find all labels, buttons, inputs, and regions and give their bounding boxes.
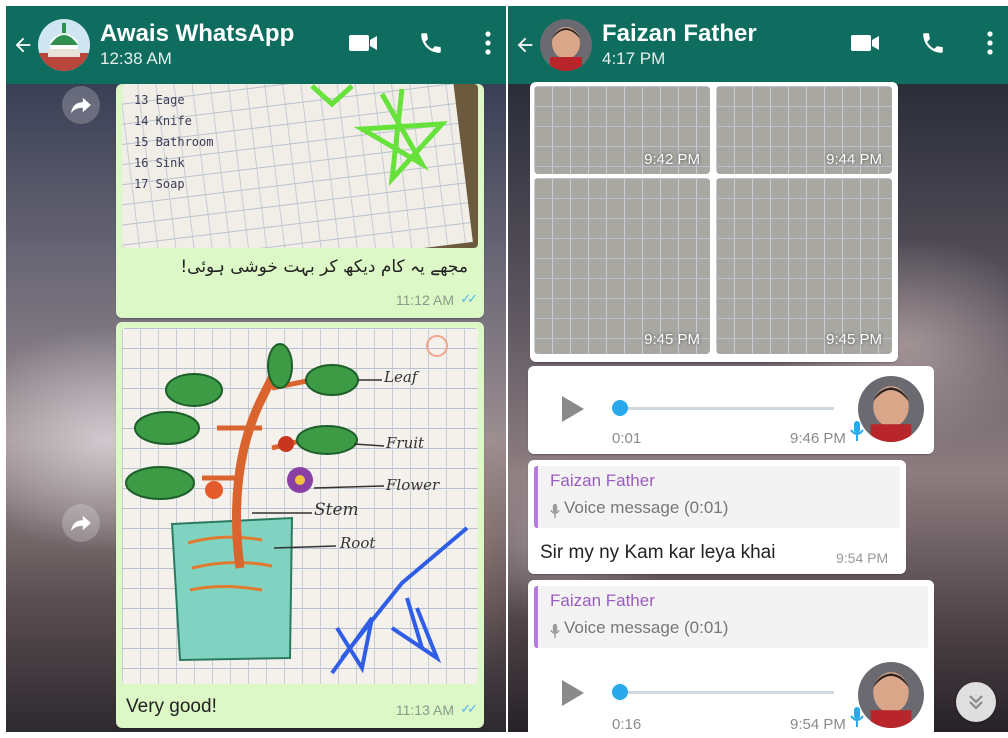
chat-title[interactable]: Faizan Father <box>602 20 757 48</box>
voice-message[interactable]: 0:01 9:46 PM <box>528 366 934 454</box>
right-chat-panel: Faizan Father 4:17 PM 9:42 PM 9:44 PM 9:… <box>508 6 1008 732</box>
play-icon[interactable] <box>560 678 586 713</box>
play-icon[interactable] <box>560 394 586 429</box>
vocab-line: 15 Bathroom <box>134 135 214 149</box>
image-time: 9:42 PM <box>644 151 700 168</box>
voice-progress-handle[interactable] <box>612 684 628 700</box>
homework-photo[interactable]: 9:44 PM <box>716 86 892 174</box>
back-arrow-icon[interactable] <box>10 32 36 58</box>
back-arrow-icon[interactable] <box>512 32 538 58</box>
vocab-line: 14 Knife <box>134 114 192 128</box>
message-text: Sir my ny Kam kar leya khai <box>540 542 776 563</box>
chat-subtitle: 4:17 PM <box>602 49 666 68</box>
image-grid-message[interactable]: 9:42 PM 9:44 PM 9:45 PM 9:45 PM <box>530 82 898 362</box>
read-ticks: ✓✓ <box>460 291 478 306</box>
phone-icon[interactable] <box>418 30 444 61</box>
message-time: 11:12 AM <box>395 292 454 308</box>
phone-icon[interactable] <box>920 30 946 61</box>
quoted-sender: Faizan Father <box>550 591 655 610</box>
mic-icon <box>850 706 864 732</box>
forward-icon <box>71 97 91 114</box>
chat-subtitle: 12:38 AM <box>100 49 172 68</box>
vocabulary-photo[interactable]: 13 Eage 14 Knife 15 Bathroom 16 Sink 17 … <box>122 84 478 248</box>
vocab-line: 13 Eage <box>134 93 185 107</box>
read-ticks: ✓✓ <box>460 701 478 716</box>
voice-progress-track[interactable] <box>616 407 834 410</box>
scroll-to-bottom-button[interactable] <box>956 682 996 722</box>
vocab-line: 17 Soap <box>134 177 185 191</box>
video-call-icon[interactable] <box>850 32 880 59</box>
video-call-icon[interactable] <box>348 32 378 59</box>
homework-photo[interactable]: 9:45 PM <box>534 178 710 354</box>
voice-progress-handle[interactable] <box>612 400 628 416</box>
avatar[interactable] <box>38 19 90 71</box>
double-chevron-down-icon <box>969 695 983 710</box>
message-time: 11:13 AM <box>395 702 454 718</box>
message-time: 9:54 PM <box>790 716 846 732</box>
forward-icon <box>71 515 91 532</box>
mic-icon <box>550 503 560 524</box>
drawing-label-leaf: Leaf <box>384 368 418 386</box>
homework-photo[interactable]: 9:42 PM <box>534 86 710 174</box>
drawing-label-fruit: Fruit <box>386 434 425 452</box>
mic-icon <box>550 623 560 644</box>
voice-duration: 0:01 <box>612 430 642 447</box>
plant-drawing-photo[interactable]: Leaf Fruit Flower Stem Root <box>122 328 478 684</box>
voice-duration: 0:16 <box>612 716 642 732</box>
more-vert-icon[interactable] <box>484 30 492 61</box>
image-message[interactable]: 13 Eage 14 Knife 15 Bathroom 16 Sink 17 … <box>116 84 484 318</box>
vocab-line: 16 Sink <box>134 156 185 170</box>
plant-drawing <box>125 335 469 675</box>
image-time: 9:45 PM <box>826 331 882 348</box>
drawing-label-root: Root <box>340 534 376 552</box>
forward-button[interactable] <box>62 504 100 542</box>
drawing-label-stem: Stem <box>314 500 359 520</box>
homework-photo[interactable]: 9:45 PM <box>716 178 892 354</box>
forward-button[interactable] <box>62 86 100 124</box>
quoted-message[interactable]: Faizan Father Voice message (0:01) <box>534 586 928 648</box>
message-time: 9:54 PM <box>836 550 889 566</box>
mic-icon <box>850 420 864 447</box>
chat-title[interactable]: Awais WhatsApp <box>100 20 294 48</box>
chat-header: Faizan Father 4:17 PM <box>508 6 1008 84</box>
left-chat-panel: Awais WhatsApp 12:38 AM 13 Eage 14 Knife… <box>6 6 506 732</box>
quoted-sender: Faizan Father <box>550 471 655 490</box>
message-time: 9:46 PM <box>790 430 846 447</box>
sender-avatar[interactable] <box>858 376 924 442</box>
image-time: 9:45 PM <box>644 331 700 348</box>
quoted-text: Voice message (0:01) <box>564 498 729 517</box>
quoted-message[interactable]: Faizan Father Voice message (0:01) <box>534 466 900 528</box>
reply-message[interactable]: Faizan Father Voice message (0:01) 0:16 … <box>528 580 934 732</box>
avatar[interactable] <box>540 19 592 71</box>
message-caption: مجھے یہ کام دیکھ کر بہت خوشی ہوئی! <box>180 257 468 277</box>
sender-avatar[interactable] <box>858 662 924 728</box>
chat-header: Awais WhatsApp 12:38 AM <box>6 6 506 84</box>
quoted-text: Voice message (0:01) <box>564 618 729 637</box>
voice-progress-track[interactable] <box>616 691 834 694</box>
message-caption: Very good! <box>126 696 217 717</box>
more-vert-icon[interactable] <box>986 30 994 61</box>
drawing-label-flower: Flower <box>386 476 440 494</box>
image-message[interactable]: Leaf Fruit Flower Stem Root Very good! 1… <box>116 322 484 728</box>
reply-message[interactable]: Faizan Father Voice message (0:01) Sir m… <box>528 460 906 574</box>
green-scribble <box>310 84 448 187</box>
image-time: 9:44 PM <box>826 151 882 168</box>
